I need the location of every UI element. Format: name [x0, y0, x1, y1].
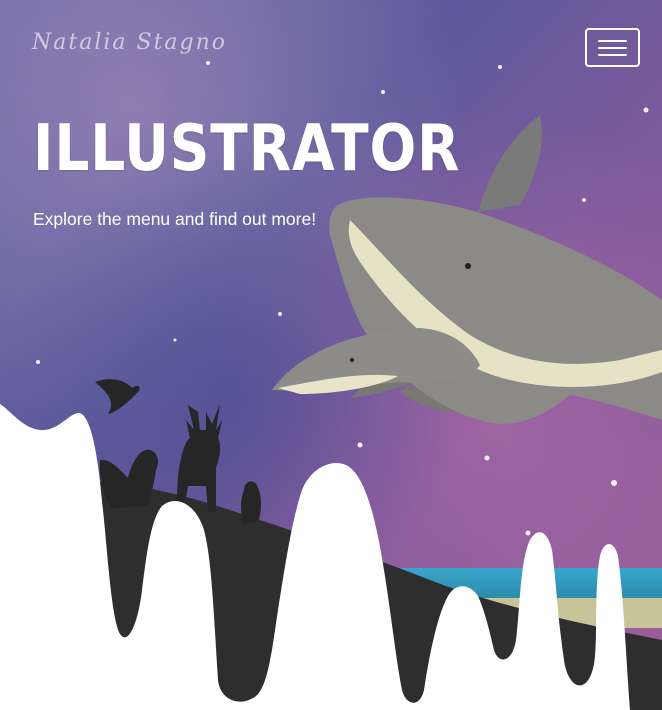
hamburger-menu-icon [598, 53, 627, 56]
hamburger-menu-icon [598, 46, 627, 49]
hamburger-menu-icon [598, 39, 627, 42]
hero-title: ILLUSTRATOR [33, 112, 461, 186]
hamburger-menu-button[interactable] [585, 28, 640, 67]
brand-logo[interactable]: Natalia Stagno [32, 30, 227, 55]
hero-subtitle: Explore the menu and find out more! [33, 209, 317, 229]
hero-illustration [0, 0, 662, 710]
hero-section: Natalia Stagno ILLUSTRATOR Explore the m… [0, 0, 662, 710]
